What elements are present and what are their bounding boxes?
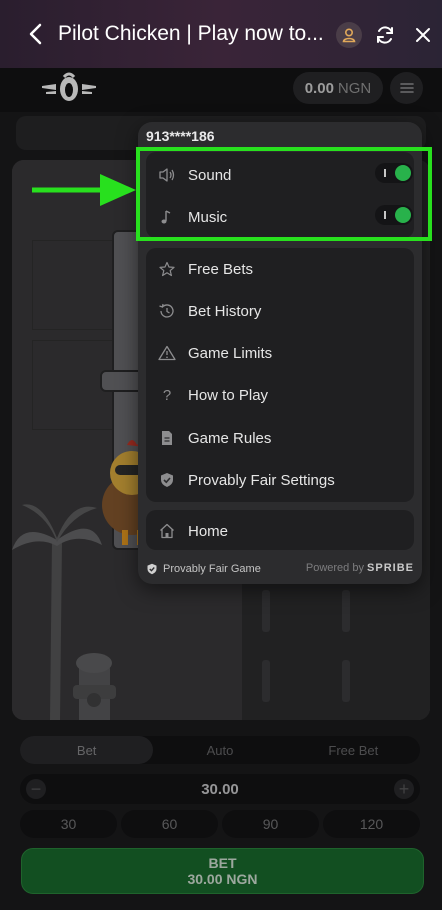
- menu-item-label: Game Rules: [188, 429, 272, 447]
- annotation-arrow-icon: [32, 174, 136, 206]
- menu-footer: Provably Fair Game Powered by SPRIBE: [146, 562, 414, 576]
- page-title: Pilot Chicken | Play now to...: [58, 22, 324, 45]
- powered-by-label: Powered by: [305, 562, 364, 574]
- warning-icon: [158, 344, 176, 362]
- menu-item-bet-history[interactable]: Bet History: [158, 296, 408, 326]
- menu-item-how-to-play[interactable]: ? How to Play: [158, 380, 408, 410]
- provably-fair-label[interactable]: Provably Fair Game: [163, 563, 261, 575]
- menu-item-provably-fair[interactable]: Provably Fair Settings: [158, 465, 408, 495]
- menu-item-label: Free Bets: [188, 260, 254, 278]
- menu-items-group: [146, 248, 414, 502]
- home-icon: [158, 522, 176, 540]
- powered-by: Powered by SPRIBE: [306, 562, 414, 574]
- menu-item-label: Home: [188, 522, 229, 540]
- menu-item-label: Bet History: [188, 302, 262, 320]
- reload-icon[interactable]: [372, 22, 398, 48]
- menu-item-home[interactable]: Home: [158, 516, 408, 546]
- star-icon: [158, 260, 176, 278]
- brand-logo: SPRIBE: [367, 562, 414, 574]
- browser-header: Pilot Chicken | Play now to...: [0, 0, 442, 68]
- question-icon: ?: [162, 386, 172, 404]
- close-icon[interactable]: [410, 22, 436, 48]
- annotation-highlight-box: [136, 147, 432, 241]
- chevron-left-icon[interactable]: [14, 12, 58, 56]
- username-label: 913****186: [146, 128, 215, 144]
- menu-item-label: Game Limits: [188, 344, 273, 362]
- user-icon[interactable]: [336, 22, 362, 48]
- menu-item-free-bets[interactable]: Free Bets: [158, 254, 408, 284]
- shield-check-icon: [158, 471, 176, 489]
- menu-item-label: Provably Fair Settings: [188, 471, 335, 489]
- menu-item-game-limits[interactable]: Game Limits: [158, 338, 408, 368]
- history-icon: [158, 302, 176, 320]
- menu-item-label: How to Play: [188, 386, 269, 404]
- menu-item-game-rules[interactable]: Game Rules: [158, 423, 408, 453]
- document-icon: [158, 429, 176, 447]
- shield-check-icon: [147, 563, 157, 575]
